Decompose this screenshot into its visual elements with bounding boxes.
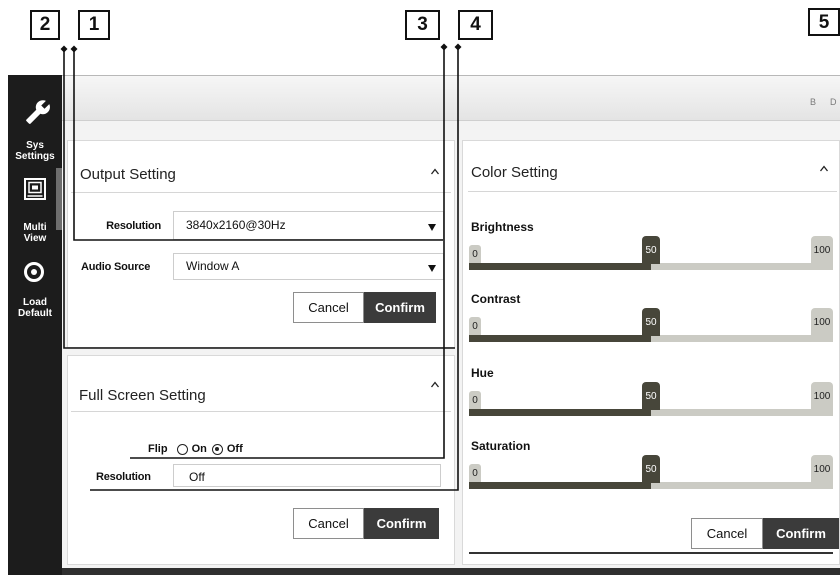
audio-source-select-value: Window A: [186, 259, 240, 273]
chevron-up-icon[interactable]: [430, 381, 440, 388]
output-cancel-button[interactable]: Cancel: [293, 292, 364, 323]
slider-track[interactable]: [469, 263, 833, 270]
slider-track[interactable]: [469, 409, 833, 416]
flip-radio-group: Flip On Off: [148, 441, 243, 457]
slider-fill: [469, 409, 651, 416]
callout-1: 1: [78, 10, 110, 40]
dropdown-arrow-icon: [428, 264, 436, 272]
header-divider: [71, 192, 451, 193]
sidebar-label-line: Sys: [26, 140, 44, 151]
sidebar-label-line: Multi: [23, 222, 47, 233]
slider-handle[interactable]: 50: [642, 236, 660, 264]
sidebar-label-line: Default: [18, 308, 52, 319]
slider-min-label: 0: [469, 317, 481, 335]
output-setting-panel: Output Setting Resolution 3840x2160@30Hz…: [67, 140, 455, 348]
header-divider: [71, 411, 451, 412]
wrench-icon: [26, 100, 50, 124]
slider-fill: [469, 335, 651, 342]
callout-2-anchor: [60, 45, 68, 53]
callout-1-anchor: [70, 45, 78, 53]
sidebar-item-load-default[interactable]: Load Default: [8, 258, 62, 328]
callout-4: 4: [458, 10, 493, 40]
slider-min-label: 0: [469, 245, 481, 263]
sidebar-label-line: View: [23, 233, 47, 244]
flip-off-label: Off: [226, 443, 243, 455]
color-setting-panel: Color Setting Brightness 0 100 50 Contra…: [462, 140, 840, 565]
contrast-slider: Contrast 0 100 50: [469, 291, 833, 343]
output-setting-title: Output Setting: [80, 166, 176, 183]
slider-max-label: 100: [811, 455, 833, 482]
color-setting-title: Color Setting: [471, 164, 558, 181]
full-screen-setting-panel: Full Screen Setting Flip On Off Resoluti…: [67, 355, 455, 565]
window-bottom-edge: [62, 568, 840, 575]
slider-min-label: 0: [469, 391, 481, 409]
window-header: B D: [62, 75, 840, 121]
brightness-slider: Brightness 0 100 50: [469, 219, 833, 271]
saturation-slider: Saturation 0 100 50: [469, 438, 833, 490]
window-control-d[interactable]: D: [830, 97, 837, 107]
resolution-label: Resolution: [106, 220, 161, 232]
header-divider: [468, 191, 837, 192]
audio-source-label: Audio Source: [81, 261, 151, 273]
sidebar-item-multi-view[interactable]: Multi View: [8, 175, 62, 245]
callout-3: 3: [405, 10, 440, 40]
flip-label: Flip: [148, 443, 168, 455]
slider-label: Saturation: [471, 439, 531, 453]
slider-label: Hue: [471, 366, 494, 380]
resolution-select[interactable]: 3840x2160@30Hz: [173, 211, 444, 240]
slider-fill: [469, 482, 651, 489]
color-cancel-button[interactable]: Cancel: [691, 518, 763, 549]
sidebar-item-label: Multi View: [8, 222, 62, 244]
slider-track[interactable]: [469, 482, 833, 489]
hue-slider: Hue 0 100 50: [469, 365, 833, 417]
flip-on-label: On: [191, 443, 207, 455]
color-confirm-button[interactable]: Confirm: [763, 518, 839, 549]
load-default-icon: [24, 262, 44, 282]
slider-handle[interactable]: 50: [642, 455, 660, 483]
sidebar-item-label: Load Default: [8, 297, 62, 319]
callout-3-anchor: [440, 43, 448, 51]
slider-min-label: 0: [469, 464, 481, 482]
multi-view-icon: [24, 178, 46, 200]
sidebar-item-sys-settings[interactable]: Sys Settings: [8, 95, 62, 165]
sidebar-item-label: Sys Settings: [8, 140, 62, 162]
dropdown-arrow-icon: [428, 223, 436, 231]
sidebar-label-line: Settings: [15, 151, 55, 162]
window-control-b[interactable]: B: [810, 97, 816, 107]
slider-label: Brightness: [471, 220, 534, 234]
full-screen-resolution-value: Off: [189, 470, 205, 484]
slider-fill: [469, 263, 651, 270]
slider-max-label: 100: [811, 236, 833, 263]
slider-handle[interactable]: 50: [642, 308, 660, 336]
full-screen-confirm-button[interactable]: Confirm: [364, 508, 439, 539]
full-screen-setting-title: Full Screen Setting: [79, 387, 206, 404]
flip-on-radio[interactable]: [176, 443, 188, 455]
slider-handle[interactable]: 50: [642, 382, 660, 410]
slider-track[interactable]: [469, 335, 833, 342]
flip-off-radio[interactable]: [211, 443, 223, 455]
slider-label: Contrast: [471, 292, 521, 306]
sidebar-label-line: Load: [23, 297, 47, 308]
callout-4-anchor: [454, 43, 462, 51]
slider-max-label: 100: [811, 308, 833, 335]
chevron-up-icon[interactable]: [819, 165, 829, 172]
chevron-up-icon[interactable]: [430, 168, 440, 175]
callout-2: 2: [30, 10, 60, 40]
full-screen-resolution-field[interactable]: Off: [173, 464, 441, 487]
resolution-select-value: 3840x2160@30Hz: [186, 218, 286, 232]
slider-max-label: 100: [811, 382, 833, 409]
sidebar: Sys Settings Multi View Load Default: [8, 75, 62, 575]
panel-bottom-divider: [469, 552, 833, 554]
output-confirm-button[interactable]: Confirm: [364, 292, 436, 323]
full-screen-cancel-button[interactable]: Cancel: [293, 508, 364, 539]
audio-source-select[interactable]: Window A: [173, 253, 444, 280]
callout-5: 5: [808, 8, 840, 36]
full-screen-resolution-label: Resolution: [96, 471, 151, 483]
